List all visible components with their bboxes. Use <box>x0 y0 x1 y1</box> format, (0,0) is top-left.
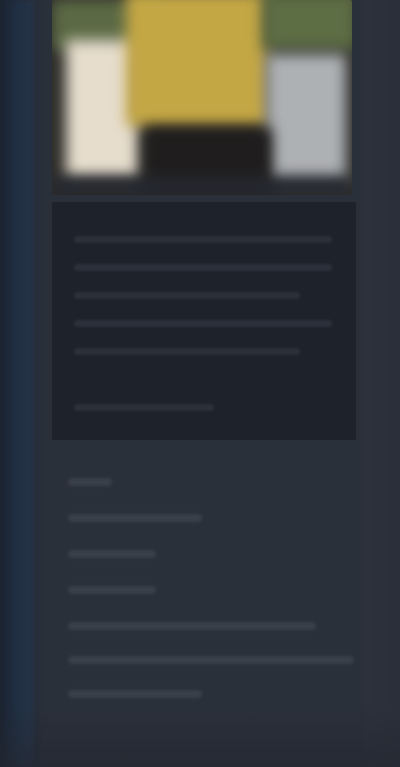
hero-image-yellow-region <box>126 0 268 126</box>
blurred-meta-value <box>68 514 202 522</box>
blurred-text-line <box>74 236 332 243</box>
blurred-meta-text <box>68 690 202 698</box>
blurred-text-line <box>74 320 332 327</box>
blurred-text-panel <box>52 202 356 440</box>
blurred-text-line <box>74 348 300 355</box>
bottom-fade <box>0 707 400 767</box>
blurred-text-line <box>74 292 300 299</box>
blurred-meta-text <box>68 656 354 664</box>
blurred-text-line <box>74 404 214 411</box>
blurred-text-line <box>74 264 332 271</box>
blurred-mobile-screen <box>0 0 400 767</box>
blurred-meta-text <box>68 622 316 630</box>
blurred-meta-value <box>68 586 156 594</box>
blurred-meta-value <box>68 550 156 558</box>
hero-image[interactable] <box>52 0 352 195</box>
hero-image-gray-region <box>266 54 346 184</box>
hero-image-bottom-frame <box>52 176 352 195</box>
left-edge-shade <box>0 0 34 767</box>
hero-image-green-region <box>262 0 352 50</box>
blurred-meta-label <box>68 478 112 486</box>
